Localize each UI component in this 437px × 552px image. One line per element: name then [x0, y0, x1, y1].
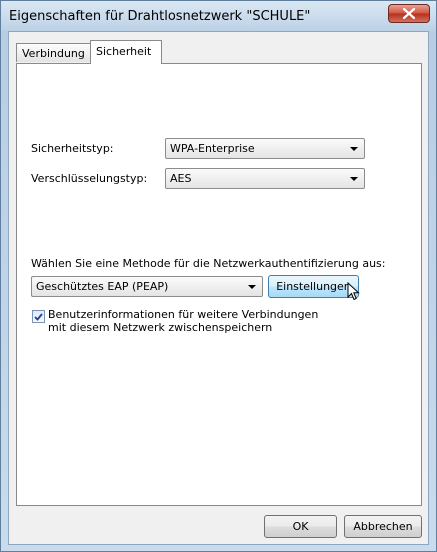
close-icon	[403, 8, 415, 19]
security-type-select[interactable]: WPA-Enterprise	[165, 138, 365, 159]
auth-method-value: Geschütztes EAP (PEAP)	[36, 280, 169, 293]
ok-button[interactable]: OK	[264, 515, 337, 538]
encryption-type-value: AES	[170, 172, 192, 185]
encryption-type-select[interactable]: AES	[165, 168, 365, 189]
security-type-label: Sicherheitstyp:	[31, 142, 114, 155]
chevron-down-icon	[350, 147, 358, 151]
security-tab-panel: Sicherheitstyp: WPA-Enterprise Verschlüs…	[16, 63, 422, 506]
settings-button-label: Einstellungen	[276, 280, 351, 293]
dialog-client-area: Verbindung Sicherheit Sicherheitstyp: WP…	[8, 31, 429, 545]
security-type-value: WPA-Enterprise	[170, 142, 255, 155]
tab-sicherheit-label: Sicherheit	[96, 45, 152, 58]
mouse-cursor-icon	[347, 282, 360, 301]
encryption-type-label: Verschlüsselungstyp:	[31, 172, 148, 185]
chevron-down-icon	[350, 177, 358, 181]
title-bar[interactable]: Eigenschaften für Drahtlosnetzwerk "SCHU…	[1, 1, 436, 31]
tab-verbindung-label: Verbindung	[22, 47, 85, 60]
ok-button-label: OK	[292, 520, 309, 533]
remember-credentials-checkbox[interactable]	[32, 310, 45, 323]
auth-method-instruction: Wählen Sie eine Methode für die Netzwerk…	[31, 257, 386, 270]
checkmark-icon	[34, 312, 43, 321]
settings-button[interactable]: Einstellungen	[268, 275, 359, 298]
dialog-window: Eigenschaften für Drahtlosnetzwerk "SCHU…	[0, 0, 437, 552]
remember-credentials-label[interactable]: Benutzerinformationen für weitere Verbin…	[48, 308, 338, 334]
window-title: Eigenschaften für Drahtlosnetzwerk "SCHU…	[9, 9, 311, 24]
close-button[interactable]	[388, 4, 430, 23]
cancel-button[interactable]: Abbrechen	[344, 515, 422, 538]
tab-sicherheit[interactable]: Sicherheit	[90, 40, 162, 64]
auth-method-select[interactable]: Geschütztes EAP (PEAP)	[31, 276, 263, 297]
cancel-button-label: Abbrechen	[353, 520, 413, 533]
tab-verbindung[interactable]: Verbindung	[16, 43, 91, 62]
chevron-down-icon	[248, 285, 256, 289]
